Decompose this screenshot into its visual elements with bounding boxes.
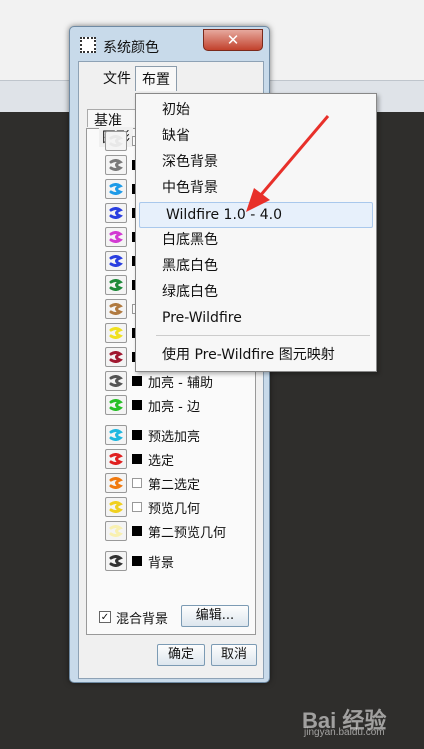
- app-icon: [80, 37, 96, 53]
- menu-separator: [156, 335, 370, 336]
- menu-item[interactable]: Wildfire 1.0 - 4.0: [139, 202, 373, 228]
- color-row: 预选加亮: [105, 425, 200, 445]
- color-swatch-button[interactable]: [105, 227, 127, 247]
- color-swatch-button[interactable]: [105, 155, 127, 175]
- color-swatch-button[interactable]: [105, 551, 127, 571]
- menu-item[interactable]: 缺省: [136, 124, 376, 148]
- color-checkbox[interactable]: [132, 556, 142, 566]
- color-checkbox[interactable]: [132, 400, 142, 410]
- color-label: 预览几何: [148, 501, 201, 517]
- color-label: 第二预览几何: [148, 525, 227, 541]
- cancel-button[interactable]: 取消: [211, 644, 257, 666]
- color-checkbox[interactable]: [132, 454, 142, 464]
- menu-item[interactable]: 中色背景: [136, 176, 376, 200]
- menu-item[interactable]: 绿底白色: [136, 280, 376, 304]
- color-swatch-button[interactable]: [105, 203, 127, 223]
- color-checkbox[interactable]: [132, 502, 142, 512]
- blend-background-checkbox[interactable]: ✓: [99, 611, 111, 623]
- edit-button[interactable]: 编辑...: [181, 605, 249, 627]
- color-row: 预览几何: [105, 497, 200, 517]
- color-label: 预选加亮: [148, 429, 201, 445]
- color-swatch-button[interactable]: [105, 347, 127, 367]
- color-checkbox[interactable]: [132, 526, 142, 536]
- blend-background-label: 混合背景: [116, 611, 169, 627]
- menu-file[interactable]: 文件: [97, 66, 137, 90]
- color-swatch-button[interactable]: [105, 275, 127, 295]
- color-swatch-button[interactable]: [105, 425, 127, 445]
- color-swatch-button[interactable]: [105, 179, 127, 199]
- color-label: 加亮 - 辅助: [148, 375, 213, 391]
- color-label: 选定: [148, 453, 175, 469]
- menu-item[interactable]: 深色背景: [136, 150, 376, 174]
- color-swatch-button[interactable]: [105, 497, 127, 517]
- watermark-url: jingyan.baidu.com: [304, 727, 385, 738]
- close-button[interactable]: ✕: [203, 29, 263, 51]
- color-swatch-button[interactable]: [105, 371, 127, 391]
- color-checkbox[interactable]: [132, 478, 142, 488]
- color-swatch-button[interactable]: [105, 299, 127, 319]
- ok-button[interactable]: 确定: [157, 644, 205, 666]
- menu-item[interactable]: 初始: [136, 98, 376, 122]
- color-swatch-button[interactable]: [105, 395, 127, 415]
- baidu-watermark: Bai 经验 jingyan.baidu.com: [298, 701, 418, 739]
- color-row: 第二预览几何: [105, 521, 226, 541]
- color-label: 加亮 - 边: [148, 399, 200, 415]
- menu-bar: 文件 布置: [79, 62, 263, 91]
- color-swatch-button[interactable]: [105, 323, 127, 343]
- color-row: 加亮 - 辅助: [105, 371, 213, 391]
- color-label: 背景: [148, 555, 175, 571]
- title-bar: 系统颜色 ✕: [70, 27, 269, 61]
- dialog-title: 系统颜色: [103, 40, 159, 56]
- color-swatch-button[interactable]: [105, 131, 127, 151]
- color-swatch-button[interactable]: [105, 521, 127, 541]
- color-checkbox[interactable]: [132, 376, 142, 386]
- menu-layout[interactable]: 布置: [135, 66, 177, 91]
- layout-dropdown-menu: 初始 缺省 深色背景 中色背景 Wildfire 1.0 - 4.0 白底黑色 黑底白色 绿底…: [135, 93, 377, 372]
- menu-item[interactable]: 白底黑色: [136, 228, 376, 252]
- color-swatch-button[interactable]: [105, 473, 127, 493]
- menu-item-pre-wildfire-mapping[interactable]: 使用 Pre-Wildfire 图元映射: [136, 343, 376, 367]
- color-label: 第二选定: [148, 477, 201, 493]
- color-row: 加亮 - 边: [105, 395, 200, 415]
- color-row: 背景: [105, 551, 174, 571]
- menu-item[interactable]: 黑底白色: [136, 254, 376, 278]
- color-swatch-button[interactable]: [105, 251, 127, 271]
- color-row: 选定: [105, 449, 174, 469]
- blend-background-row: ✓ 混合背景: [99, 607, 168, 627]
- menu-item[interactable]: Pre-Wildfire: [136, 306, 376, 330]
- color-row: 第二选定: [105, 473, 200, 493]
- color-swatch-button[interactable]: [105, 449, 127, 469]
- color-checkbox[interactable]: [132, 430, 142, 440]
